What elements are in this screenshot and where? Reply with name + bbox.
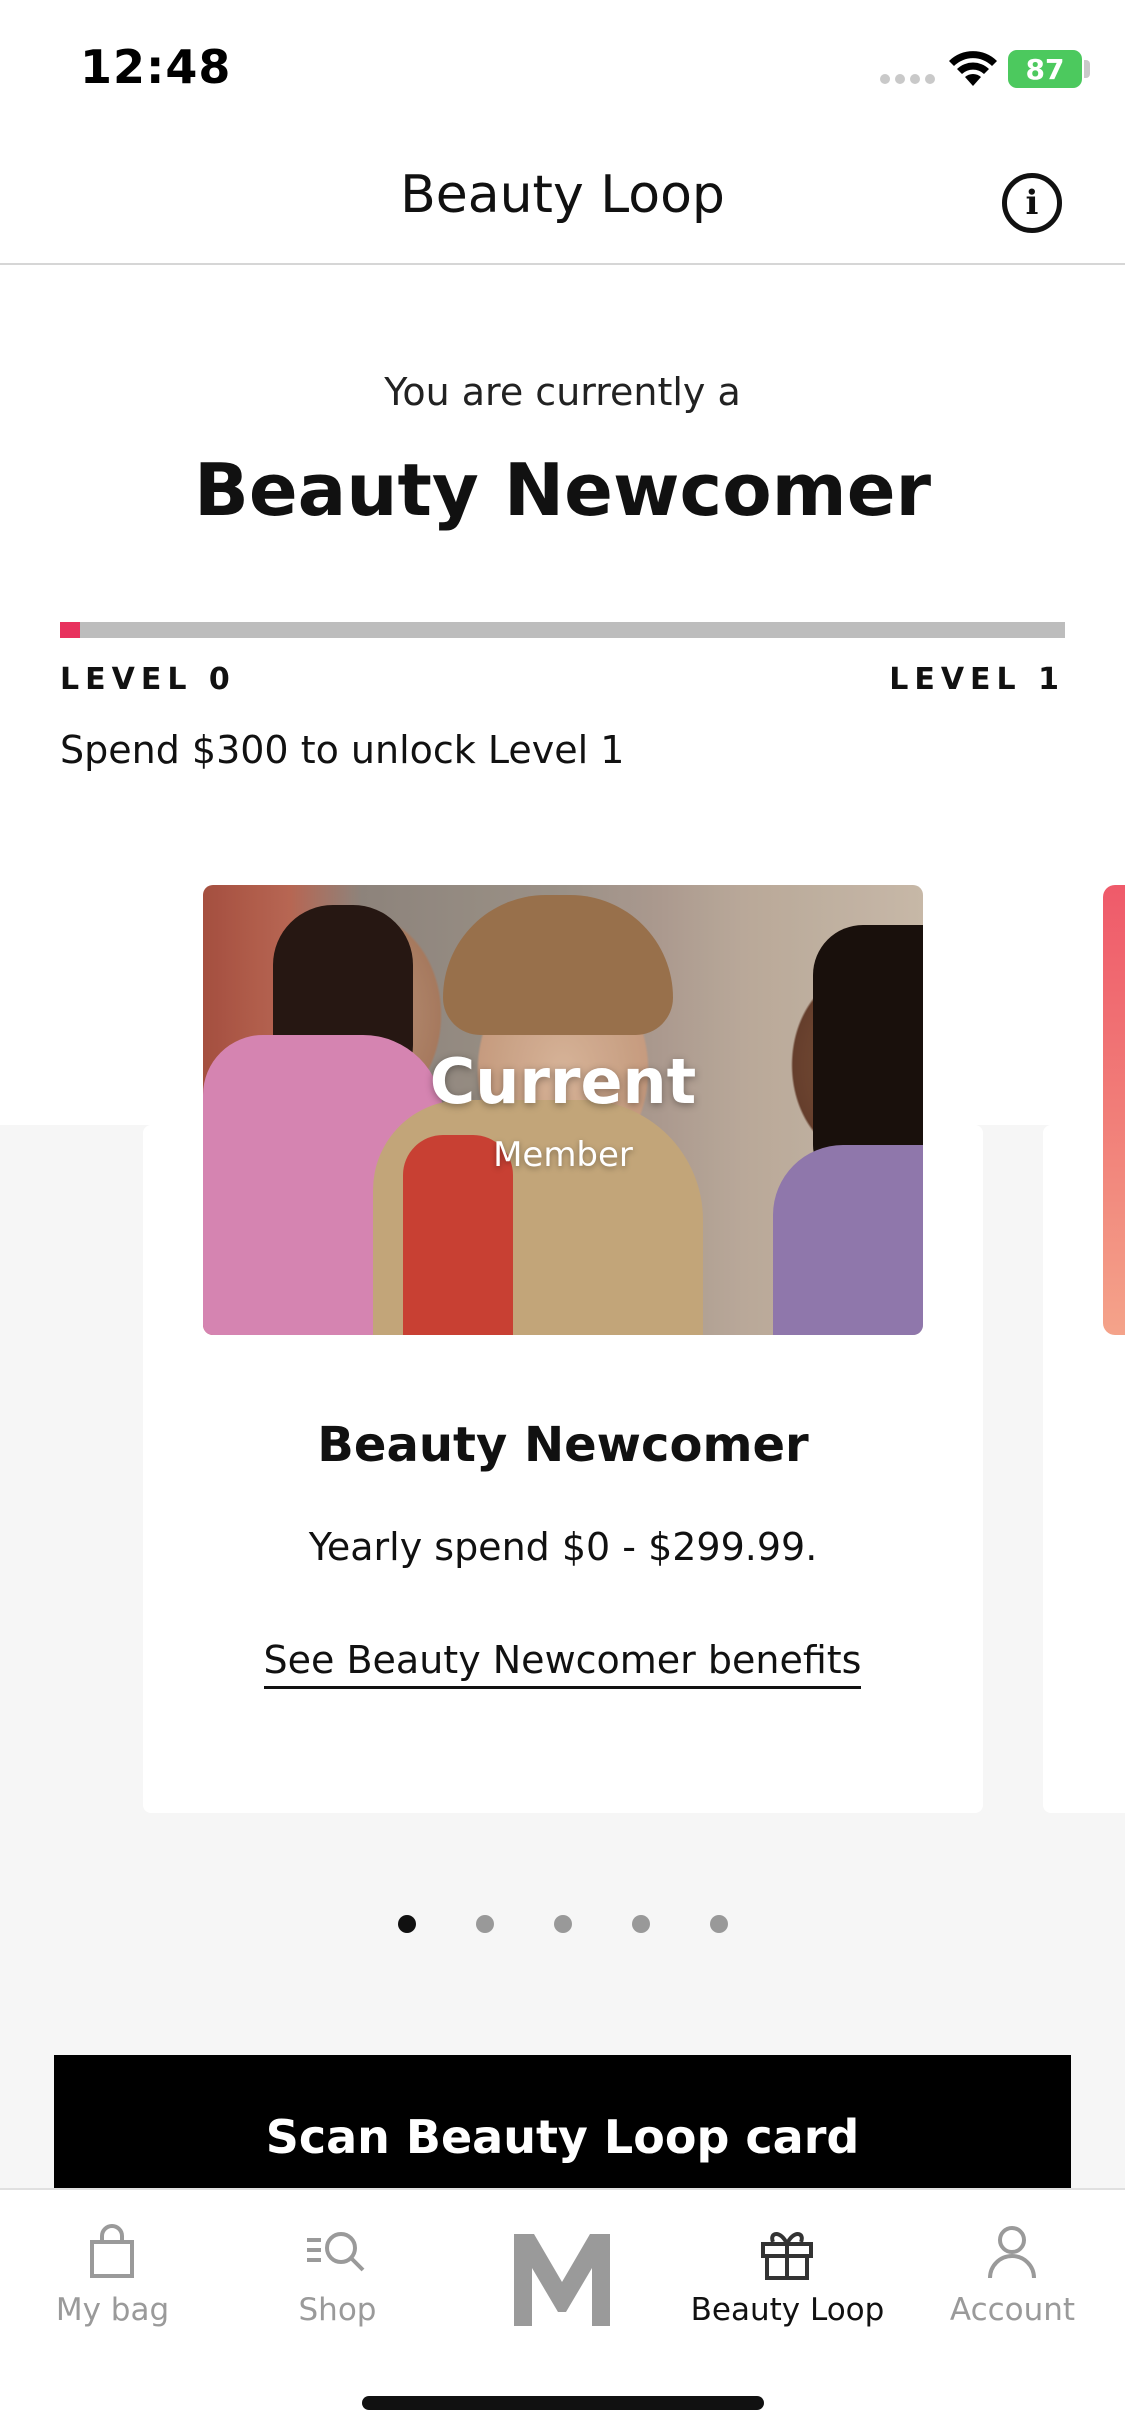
- status-time: 12:48: [80, 40, 232, 94]
- tab-beauty-loop[interactable]: Beauty Loop: [675, 2190, 900, 2390]
- battery-icon: 87: [1008, 50, 1082, 88]
- tab-label: Beauty Loop: [690, 2292, 885, 2328]
- nav-header: Beauty Loop i: [0, 135, 1125, 265]
- unlock-hint: Spend $300 to unlock Level 1: [60, 728, 625, 772]
- page-title: Beauty Loop: [400, 165, 725, 225]
- card-status-subtitle: Member: [493, 1135, 633, 1175]
- cellular-signal-icon: [880, 74, 936, 84]
- gift-icon: [761, 2232, 813, 2280]
- carousel-dot[interactable]: [631, 1915, 650, 1933]
- tier-progress-bar: [60, 622, 1065, 638]
- benefits-link[interactable]: See Beauty Newcomer benefits: [263, 1638, 862, 1689]
- tab-my-bag[interactable]: My bag: [0, 2190, 225, 2390]
- benefits-link-row: See Beauty Newcomer benefits: [0, 1638, 1125, 1689]
- m-logo-icon: [514, 2234, 610, 2326]
- carousel-dot[interactable]: [397, 1915, 416, 1933]
- tier-progress-fill: [60, 622, 81, 638]
- battery-level: 87: [1025, 52, 1065, 86]
- next-tier-card-image: [1103, 885, 1125, 1335]
- level-start-label: LEVEL 0: [60, 662, 236, 697]
- battery-cap: [1084, 60, 1090, 78]
- info-icon[interactable]: i: [1002, 173, 1062, 233]
- carousel-dot[interactable]: [709, 1915, 728, 1933]
- card-status-title: Current: [429, 1045, 697, 1118]
- carousel-dot[interactable]: [475, 1915, 494, 1933]
- bag-icon: [90, 2224, 134, 2278]
- tab-label: Shop: [298, 2292, 377, 2328]
- scan-card-button[interactable]: Scan Beauty Loop card: [54, 2055, 1071, 2190]
- wifi-icon: [949, 51, 997, 86]
- tab-label: My bag: [55, 2292, 170, 2328]
- search-list-icon: [307, 2232, 365, 2272]
- level-end-label: LEVEL 1: [889, 662, 1065, 697]
- card-tier-title: Beauty Newcomer: [317, 1417, 809, 1473]
- tab-account[interactable]: Account: [900, 2190, 1125, 2390]
- tab-shop[interactable]: Shop: [225, 2190, 450, 2390]
- tab-home[interactable]: [450, 2190, 675, 2390]
- current-tier-name: Beauty Newcomer: [193, 448, 932, 532]
- carousel-page-indicator: [0, 1915, 1125, 1933]
- person-icon: [988, 2226, 1036, 2279]
- carousel-dot[interactable]: [553, 1915, 572, 1933]
- home-indicator: [362, 2396, 764, 2410]
- tab-label: Account: [949, 2292, 1076, 2328]
- status-bar: 12:48 87: [0, 0, 1125, 135]
- card-spend-range: Yearly spend $0 - $299.99.: [308, 1525, 818, 1569]
- tier-intro-text: You are currently a: [384, 370, 741, 414]
